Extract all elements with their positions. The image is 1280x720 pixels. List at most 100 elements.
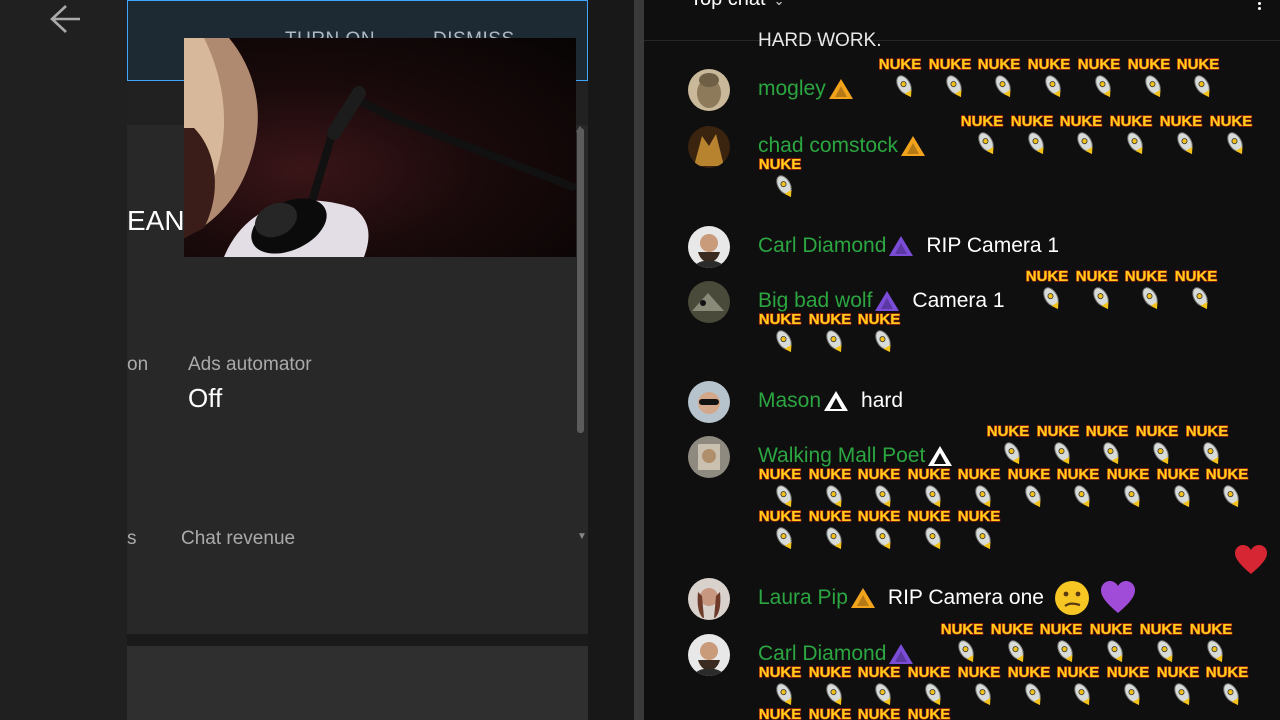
nuke-emote-label: NUKE xyxy=(759,665,802,681)
nuke-emote-icon: NUKE xyxy=(928,55,972,98)
nuke-emote-label: NUKE xyxy=(1206,665,1249,681)
nuke-emote-icon: NUKE xyxy=(808,705,852,720)
message-text: Camera 1 xyxy=(912,289,1005,312)
nuke-emote-icon: NUKE xyxy=(1056,465,1100,507)
nuke-emote-icon: NUKE xyxy=(1085,422,1129,465)
author-name[interactable]: Walking Mall Poet xyxy=(758,444,925,468)
more-options-icon[interactable] xyxy=(1256,0,1262,14)
nuke-emote-icon: NUKE xyxy=(758,310,802,352)
nuke-emote-label: NUKE xyxy=(858,665,901,681)
nuke-emote-icon: NUKE xyxy=(957,465,1001,507)
nuke-emote-icon: NUKE xyxy=(1176,55,1220,98)
nuke-emote-icon: NUKE xyxy=(907,663,951,705)
partial-label: on xyxy=(127,354,149,375)
author-name[interactable]: Big bad wolf xyxy=(758,289,872,313)
chat-mode-label: Top chat xyxy=(690,0,766,10)
nuke-emote-icon: NUKE xyxy=(808,507,852,550)
avatar[interactable] xyxy=(688,69,730,111)
author-name[interactable]: Carl Diamond xyxy=(758,642,886,666)
nuke-emote-label: NUKE xyxy=(1209,114,1252,130)
nuke-emote-label: NUKE xyxy=(908,707,951,720)
top-chat-dropdown[interactable]: Top chat ⌄ xyxy=(690,0,785,11)
panel-splitter[interactable] xyxy=(634,0,644,720)
author-name[interactable]: Laura Pip xyxy=(758,586,848,610)
back-arrow-icon[interactable] xyxy=(46,2,82,34)
nuke-emote-icon: NUKE xyxy=(758,663,802,705)
webcam-overlay xyxy=(184,38,576,257)
nuke-emote-icon: NUKE xyxy=(957,507,1001,550)
nuke-emote-label: NUKE xyxy=(808,707,851,720)
member-badge-icon xyxy=(900,134,926,158)
nuke-emote-label: NUKE xyxy=(1057,665,1100,681)
nuke-emote-label: NUKE xyxy=(1040,622,1083,638)
nuke-emote-label: NUKE xyxy=(858,312,901,328)
nuke-emote-icon: NUKE xyxy=(857,310,901,352)
nuke-emote-label: NUKE xyxy=(1177,57,1220,73)
nuke-emote-icon: NUKE xyxy=(1185,422,1229,465)
nuke-emote-label: NUKE xyxy=(759,312,802,328)
chevron-down-icon: ⌄ xyxy=(773,0,785,8)
message-line: Laura Pip RIP Camera one xyxy=(758,578,1136,618)
author-name[interactable]: Mason xyxy=(758,389,821,413)
message-line: Carl Diamond RIP Camera 1 xyxy=(758,226,1059,266)
nuke-emote-icon: NUKE xyxy=(857,507,901,550)
nuke-emote-label: NUKE xyxy=(1110,114,1153,130)
nuke-emote-label: NUKE xyxy=(858,509,901,525)
nuke-emote-label: NUKE xyxy=(990,622,1033,638)
chat-revenue-label[interactable]: Chat revenue xyxy=(181,528,295,550)
nuke-emote-label: NUKE xyxy=(1206,467,1249,483)
nuke-emote-icon: NUKE xyxy=(957,663,1001,705)
nuke-emote-icon: NUKE xyxy=(1156,663,1200,705)
nuke-emote-icon: NUKE xyxy=(1036,422,1080,465)
member-badge-icon xyxy=(888,234,914,258)
nuke-emote-label: NUKE xyxy=(1156,665,1199,681)
nuke-emote-label: NUKE xyxy=(759,157,802,173)
webcam-image xyxy=(184,38,576,257)
nuke-emote-icon: NUKE xyxy=(808,663,852,705)
avatar[interactable] xyxy=(688,634,730,676)
nuke-emote-icon: NUKE xyxy=(1174,267,1218,310)
nuke-emote-icon: NUKE xyxy=(1156,465,1200,507)
nuke-emote-label: NUKE xyxy=(1028,57,1071,73)
avatar[interactable] xyxy=(688,381,730,423)
nuke-emote-icon: NUKE xyxy=(1209,112,1253,155)
nuke-emote-icon: NUKE xyxy=(986,422,1030,465)
nuke-emote-icon: NUKE xyxy=(808,465,852,507)
avatar[interactable] xyxy=(688,126,730,168)
nuke-emote-label: NUKE xyxy=(1125,269,1168,285)
author-name[interactable]: mogley xyxy=(758,77,826,101)
panel-gap xyxy=(588,0,634,720)
avatar[interactable] xyxy=(688,436,730,478)
confused-face-emoji-icon xyxy=(1054,580,1090,616)
nuke-emote-label: NUKE xyxy=(1026,269,1069,285)
nuke-emote-label: NUKE xyxy=(1186,424,1229,440)
studio-scrollbar[interactable] xyxy=(577,128,584,433)
nuke-emote-icon: NUKE xyxy=(878,55,922,98)
nuke-emote-icon: NUKE xyxy=(758,465,802,507)
ads-automator-label: Ads automator xyxy=(188,354,312,375)
nuke-emote-label: NUKE xyxy=(808,312,851,328)
avatar[interactable] xyxy=(688,226,730,268)
nuke-emote-icon: NUKE xyxy=(1039,620,1083,663)
nuke-emote-icon: NUKE xyxy=(1025,267,1069,310)
nuke-emote-label: NUKE xyxy=(928,57,971,73)
avatar[interactable] xyxy=(688,578,730,620)
author-name[interactable]: chad comstock xyxy=(758,134,898,158)
nuke-emote-label: NUKE xyxy=(958,467,1001,483)
nuke-emote-icon: NUKE xyxy=(1075,267,1119,310)
nuke-emote-icon: NUKE xyxy=(907,507,951,550)
nuke-emote-label: NUKE xyxy=(808,467,851,483)
nuke-emote-icon: NUKE xyxy=(758,507,802,550)
author-name[interactable]: Carl Diamond xyxy=(758,234,886,258)
nuke-emote-label: NUKE xyxy=(1140,622,1183,638)
caret-down-icon[interactable]: ▼ xyxy=(577,531,587,542)
nuke-emote-icon: NUKE xyxy=(1135,422,1179,465)
avatar[interactable] xyxy=(688,281,730,323)
nuke-emote-label: NUKE xyxy=(978,57,1021,73)
nuke-emote-icon: NUKE xyxy=(1205,465,1249,507)
nuke-emote-label: NUKE xyxy=(1086,424,1129,440)
message-text: RIP Camera 1 xyxy=(926,234,1060,257)
nuke-emote-label: NUKE xyxy=(759,467,802,483)
nuke-emote-label: NUKE xyxy=(987,424,1030,440)
nuke-emote-icon: NUKE xyxy=(1056,663,1100,705)
